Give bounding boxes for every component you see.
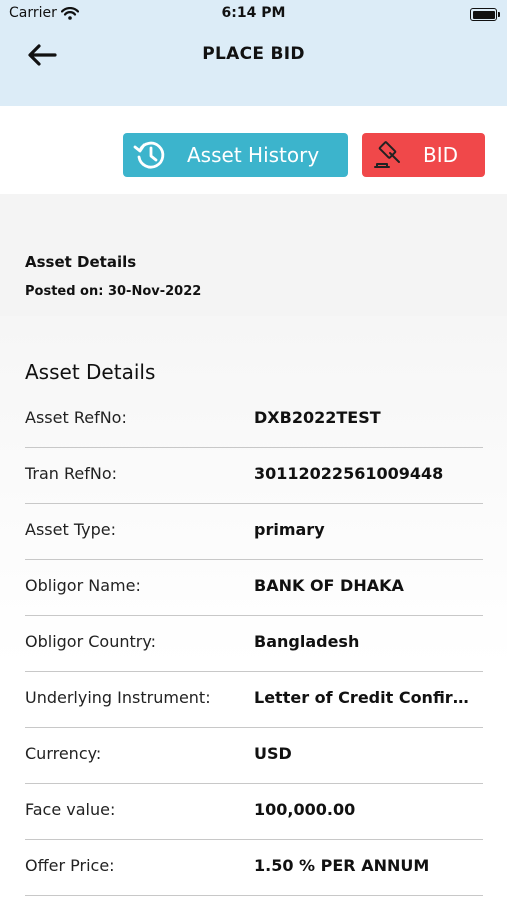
status-bar: Carrier 6:14 PM xyxy=(0,0,507,30)
gavel-icon xyxy=(372,139,404,171)
detail-row-offer-price: Offer Price: 1.50 % PER ANNUM xyxy=(25,840,483,896)
detail-value: 100,000.00 xyxy=(254,800,356,819)
detail-value: Letter of Credit Confirm... xyxy=(254,688,476,707)
detail-value: 30112022561009448 xyxy=(254,464,444,483)
detail-row-tran-refno: Tran RefNo: 30112022561009448 xyxy=(25,448,483,504)
nav-bar: PLACE BID xyxy=(0,30,507,106)
posted-date: Posted on: 30-Nov-2022 xyxy=(25,284,202,299)
clock: 6:14 PM xyxy=(221,5,286,21)
page-title: PLACE BID xyxy=(202,44,305,64)
bid-button[interactable]: BID xyxy=(362,133,485,177)
detail-row-currency: Currency: USD xyxy=(25,728,483,784)
detail-row-obligor-country: Obligor Country: Bangladesh xyxy=(25,616,483,672)
detail-label: Obligor Country: xyxy=(25,632,157,651)
asset-details-panel: Asset Details Asset RefNo: DXB2022TEST T… xyxy=(0,316,507,900)
detail-label: Tran RefNo: xyxy=(25,464,118,483)
detail-value: DXB2022TEST xyxy=(254,408,381,427)
detail-row-asset-type: Asset Type: primary xyxy=(25,504,483,560)
detail-label: Offer Price: xyxy=(25,856,115,875)
battery-icon xyxy=(470,8,500,21)
detail-label: Face value: xyxy=(25,800,116,819)
detail-value: BANK OF DHAKA xyxy=(254,576,404,595)
detail-value: USD xyxy=(254,744,292,763)
detail-value: Bangladesh xyxy=(254,632,360,651)
detail-label: Asset RefNo: xyxy=(25,408,127,427)
detail-row-face-value: Face value: 100,000.00 xyxy=(25,784,483,840)
asset-history-label: Asset History xyxy=(187,143,320,167)
asset-history-button[interactable]: Asset History xyxy=(123,133,348,177)
detail-label: Underlying Instrument: xyxy=(25,688,211,707)
history-icon xyxy=(133,138,167,172)
detail-label: Asset Type: xyxy=(25,520,116,539)
asset-summary: Asset Details Posted on: 30-Nov-2022 xyxy=(0,194,507,316)
bid-label: BID xyxy=(423,143,459,167)
detail-row-obligor-name: Obligor Name: BANK OF DHAKA xyxy=(25,560,483,616)
detail-label: Currency: xyxy=(25,744,102,763)
detail-value: 1.50 % PER ANNUM xyxy=(254,856,430,875)
detail-row-asset-refno: Asset RefNo: DXB2022TEST xyxy=(25,392,483,448)
detail-row-underlying-instrument: Underlying Instrument: Letter of Credit … xyxy=(25,672,483,728)
detail-value: primary xyxy=(254,520,325,539)
action-bar: Asset History BID xyxy=(0,106,507,194)
section-title: Asset Details xyxy=(25,360,156,384)
summary-title: Asset Details xyxy=(25,253,137,271)
detail-label: Obligor Name: xyxy=(25,576,141,595)
